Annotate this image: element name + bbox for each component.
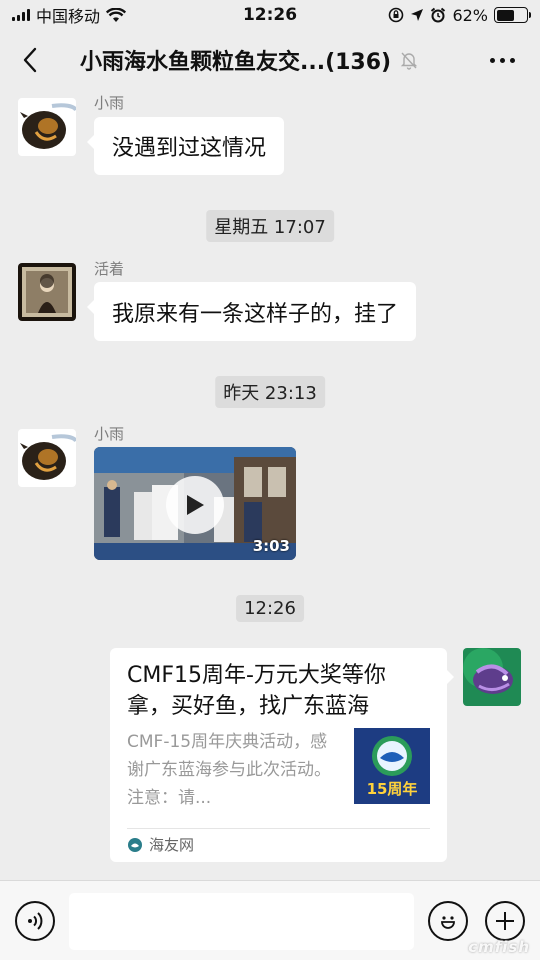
bell-muted-icon bbox=[400, 52, 418, 70]
link-thumbnail: 15周年 bbox=[354, 728, 430, 804]
carrier-name: 中国移动 bbox=[36, 7, 101, 26]
source-name: 海友网 bbox=[149, 836, 195, 854]
message-text: 没遇到过这情况 bbox=[112, 136, 267, 161]
sender-name: 活着 bbox=[94, 260, 125, 278]
avatar-self[interactable] bbox=[463, 648, 521, 706]
more-dots-icon[interactable] bbox=[484, 44, 520, 76]
timestamp-divider: 星期五 17:07 bbox=[206, 210, 334, 242]
play-button[interactable] bbox=[166, 476, 224, 534]
source-logo-icon bbox=[128, 837, 142, 852]
link-source: 海友网 bbox=[127, 834, 194, 855]
avatar-xiaoyu[interactable] bbox=[18, 98, 76, 156]
emoji-icon bbox=[441, 916, 455, 929]
voice-icon bbox=[28, 912, 43, 930]
timestamp-divider: 12:26 bbox=[236, 595, 304, 622]
emoji-button[interactable] bbox=[428, 901, 468, 941]
message-text: 我原来有一条这样子的，挂了 bbox=[112, 301, 399, 327]
link-description: CMF-15周年庆典活动，感谢广东蓝海参与此次活动。注意：请... bbox=[127, 732, 331, 808]
status-right: 62% bbox=[388, 5, 531, 25]
watermark: cmfish bbox=[468, 938, 530, 956]
chevron-left-icon bbox=[23, 47, 37, 73]
signal-icon bbox=[12, 9, 30, 21]
message-input[interactable] bbox=[69, 893, 414, 950]
sender-name: 小雨 bbox=[94, 94, 125, 112]
link-title: CMF15周年-万元大奖等你拿，买好鱼，找广东蓝海 bbox=[127, 663, 386, 719]
timestamp-divider: 昨天 23:13 bbox=[215, 376, 325, 408]
message-bubble[interactable]: 没遇到过这情况 bbox=[86, 117, 285, 175]
alarm-icon bbox=[431, 7, 446, 23]
plus-button[interactable] bbox=[485, 901, 525, 941]
sender-name: 小雨 bbox=[94, 425, 125, 443]
message-bubble[interactable]: 我原来有一条这样子的，挂了 bbox=[86, 282, 417, 341]
video-message[interactable]: 3:03 bbox=[94, 447, 296, 560]
status-bar: 中国移动 12:26 62% bbox=[0, 0, 540, 30]
rotation-lock-icon bbox=[389, 7, 404, 23]
video-duration: 3:03 bbox=[252, 537, 290, 555]
chat-title: 小雨海水鱼颗粒鱼友交...(136) bbox=[80, 50, 392, 75]
plus-icon bbox=[496, 912, 514, 930]
play-icon bbox=[187, 495, 204, 515]
link-card[interactable]: CMF15周年-万元大奖等你拿，买好鱼，找广东蓝海 CMF-15周年庆典活动，感… bbox=[110, 648, 454, 862]
battery-percent: 62% bbox=[452, 5, 488, 25]
status-left: 中国移动 bbox=[12, 3, 127, 27]
wifi-icon bbox=[106, 7, 127, 22]
thumbnail-badge: 15周年 bbox=[366, 780, 418, 798]
battery-icon bbox=[494, 7, 531, 23]
avatar-huozhe[interactable] bbox=[18, 263, 76, 321]
back-button[interactable] bbox=[0, 30, 60, 90]
avatar-xiaoyu[interactable] bbox=[18, 429, 76, 487]
divider bbox=[127, 828, 430, 829]
location-icon bbox=[411, 9, 424, 21]
chat-header: 小雨海水鱼颗粒鱼友交...(136) bbox=[0, 30, 540, 90]
voice-button[interactable] bbox=[15, 901, 55, 941]
input-bar: cmfish bbox=[0, 880, 540, 960]
